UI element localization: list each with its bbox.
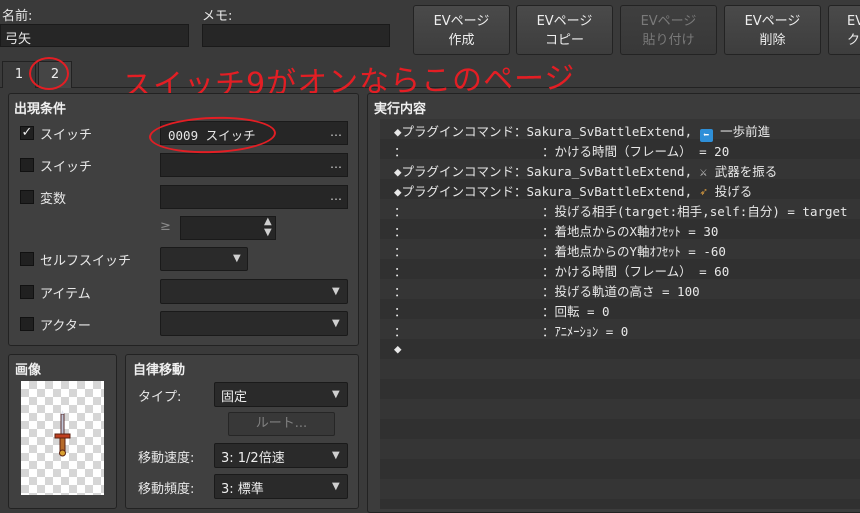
variable-checkbox[interactable]: [20, 190, 34, 204]
image-title: 画像: [15, 363, 42, 378]
memo-field[interactable]: [202, 24, 390, 47]
actor-dropdown[interactable]: [160, 311, 348, 336]
command-line[interactable]: ： ：投げる軌道の高さ = 100: [394, 281, 848, 301]
command-text: ◆プラグインコマンド：Sakura_SvBattleExtend,: [394, 124, 700, 139]
chevron-down-icon: ▼: [332, 318, 340, 329]
spinner-arrows-icon[interactable]: ▲ ▼: [264, 216, 272, 238]
button-line2: 貼り付け: [642, 33, 695, 48]
variable-selector[interactable]: [160, 185, 348, 209]
ev-page-copy-button[interactable]: EVページ コピー: [516, 5, 613, 55]
command-lines: ◆プラグインコマンド：Sakura_SvBattleExtend, ⬅ 一歩前進…: [394, 121, 848, 361]
conditions-title: 出現条件: [14, 102, 67, 117]
switch1-browse-button[interactable]: …: [330, 125, 342, 139]
chevron-down-icon: ▼: [233, 253, 241, 264]
command-line[interactable]: ： ：回転 = 0: [394, 301, 848, 321]
chevron-down-icon: ▼: [332, 286, 340, 297]
self-switch-checkbox[interactable]: [20, 252, 34, 266]
item-label: アイテム: [40, 287, 91, 302]
speed-value: 3: 1/2倍速: [221, 451, 285, 466]
command-line[interactable]: ： ：着地点からのY軸ｵﾌｾｯﾄ = -60: [394, 241, 848, 261]
contents-title: 実行内容: [374, 102, 427, 117]
button-line2: 削除: [759, 33, 786, 48]
command-line[interactable]: ： ：かける時間（フレーム） = 20: [394, 141, 848, 161]
button-line1: EVページ: [536, 14, 593, 29]
sprite-preview[interactable]: [21, 381, 104, 495]
memo-label: メモ:: [202, 9, 233, 24]
item-checkbox[interactable]: [20, 285, 34, 299]
autonomous-title: 自律移動: [133, 363, 186, 378]
self-switch-label: セルフスイッチ: [40, 254, 132, 269]
speed-dropdown[interactable]: 3: 1/2倍速: [214, 443, 348, 468]
variable-label: 変数: [40, 192, 67, 207]
command-line[interactable]: ◆プラグインコマンド：Sakura_SvBattleExtend, ⬅ 一歩前進: [394, 121, 848, 142]
button-line1: EVページ: [640, 14, 697, 29]
sword-icon: [54, 410, 71, 457]
button-line2: 作成: [448, 33, 475, 48]
item-dropdown[interactable]: [160, 279, 348, 304]
chevron-down-icon: ▼: [332, 481, 340, 492]
command-suffix: 投げる: [714, 184, 753, 199]
ev-page-clear-button[interactable]: EV ク: [828, 5, 860, 55]
variable-value-spinner[interactable]: [180, 216, 276, 240]
command-line[interactable]: ： ：投げる相手(target:相手,self:自分) = target: [394, 201, 848, 221]
button-line2: コピー: [544, 33, 584, 48]
actor-label: アクター: [40, 319, 91, 334]
speed-label: 移動速度:: [138, 451, 195, 466]
ge-symbol: ≥: [160, 219, 171, 234]
chevron-down-icon: ▼: [332, 389, 340, 400]
command-line[interactable]: ： ：かける時間（フレーム） = 60: [394, 261, 848, 281]
command-line[interactable]: ◆プラグインコマンド：Sakura_SvBattleExtend, ➶ 投げる: [394, 181, 848, 201]
annotation-circle-tab: [29, 57, 69, 90]
switch2-selector[interactable]: [160, 153, 348, 177]
route-button[interactable]: ルート...: [228, 412, 335, 436]
throw-icon: ➶: [699, 184, 708, 199]
command-text: ◆プラグインコマンド：Sakura_SvBattleExtend,: [394, 184, 700, 199]
freq-dropdown[interactable]: 3: 標準: [214, 474, 348, 499]
ev-page-delete-button[interactable]: EVページ 削除: [724, 5, 821, 55]
chevron-down-icon: ▼: [332, 450, 340, 461]
switch2-checkbox[interactable]: [20, 158, 34, 172]
command-suffix: 一歩前進: [720, 124, 771, 139]
command-line[interactable]: ： ：着地点からのX軸ｵﾌｾｯﾄ = 30: [394, 221, 848, 241]
type-dropdown[interactable]: 固定: [214, 382, 348, 407]
ev-page-paste-button[interactable]: EVページ 貼り付け: [620, 5, 717, 55]
type-value: 固定: [221, 390, 248, 405]
button-line1: EVページ: [744, 14, 801, 29]
switch2-browse-button[interactable]: …: [330, 157, 342, 171]
command-text: ◆プラグインコマンド：Sakura_SvBattleExtend,: [394, 164, 700, 179]
switch1-label: スイッチ: [40, 128, 93, 143]
ev-page-create-button[interactable]: EVページ 作成: [413, 5, 510, 55]
actor-checkbox[interactable]: [20, 317, 34, 331]
command-line[interactable]: ◆プラグインコマンド：Sakura_SvBattleExtend, ⚔ 武器を振…: [394, 161, 848, 181]
button-line1: EVページ: [433, 14, 490, 29]
command-line[interactable]: ◆: [394, 341, 848, 361]
name-label: 名前:: [2, 9, 33, 24]
freq-label: 移動頻度:: [138, 482, 195, 497]
freq-value: 3: 標準: [221, 482, 264, 497]
button-line2: ク: [847, 33, 860, 48]
crossed-swords-icon: ⚔: [699, 164, 708, 179]
switch2-label: スイッチ: [40, 160, 93, 175]
variable-browse-button[interactable]: …: [330, 189, 342, 203]
type-label: タイプ:: [138, 390, 182, 405]
name-field[interactable]: 弓矢: [0, 24, 189, 47]
command-line[interactable]: ： ：ｱﾆﾒｰｼｮﾝ = 0: [394, 321, 848, 341]
switch1-checkbox[interactable]: ✓: [20, 126, 34, 140]
button-line1: EV: [847, 14, 860, 29]
command-suffix: 武器を振る: [714, 164, 778, 179]
